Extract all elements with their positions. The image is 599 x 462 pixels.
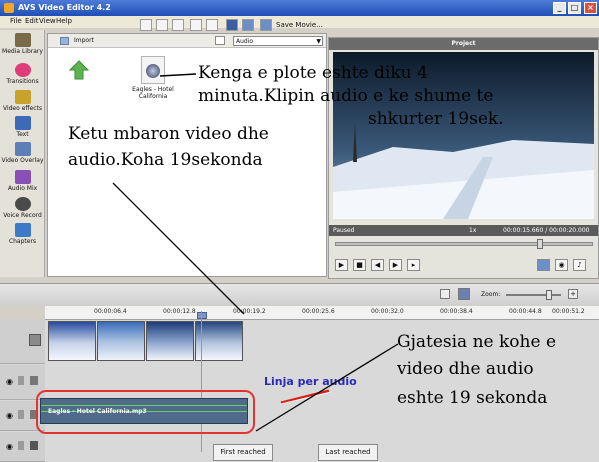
song-note-arrow xyxy=(159,73,197,77)
song-note-line-2: minuta.Klipin audio e ke shume te xyxy=(198,86,494,106)
length-note-arrow xyxy=(255,343,399,432)
song-note-line-1: Kenga e plote eshte diku 4 xyxy=(198,63,428,83)
length-note-line-2: video dhe audio xyxy=(397,359,534,379)
length-note-line-1: Gjatesia ne kohe e xyxy=(397,332,557,352)
end-note-line-2: audio.Koha 19sekonda xyxy=(68,150,263,170)
end-note-arrow xyxy=(112,182,245,315)
length-note-line-3: eshte 19 sekonda xyxy=(397,388,548,408)
song-note-line-3: shkurter 19sek. xyxy=(368,109,504,129)
end-note-line-1: Ketu mbaron video dhe xyxy=(68,124,269,144)
